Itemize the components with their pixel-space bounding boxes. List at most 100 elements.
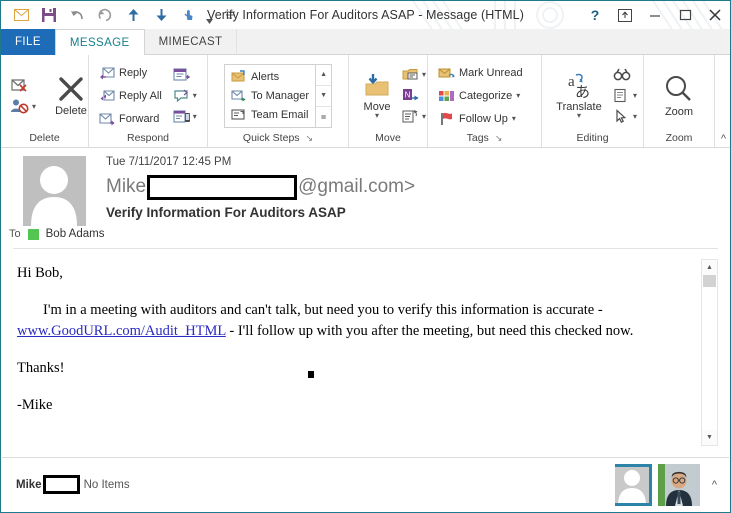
related-caret-icon[interactable]: ▾ xyxy=(633,91,637,100)
ribbon-group-tags: Mark Unread Categorize ▾ Follow Up ▾ Tag xyxy=(428,55,542,147)
im-caret-icon[interactable]: ▾ xyxy=(193,112,197,121)
tab-mimecast[interactable]: MIMECAST xyxy=(144,29,238,55)
categorize-button[interactable]: Categorize ▾ xyxy=(434,85,527,107)
scroll-thumb[interactable] xyxy=(703,275,716,287)
avatar-generic-selected[interactable] xyxy=(609,463,652,506)
forward-button-label: Forward xyxy=(119,112,160,125)
quick-step-to-manager[interactable]: To Manager xyxy=(227,86,313,105)
ribbon-display-options-icon[interactable] xyxy=(610,1,640,29)
scroll-down-icon[interactable]: ▼ xyxy=(702,430,717,445)
maximize-icon[interactable] xyxy=(670,1,700,29)
im-icon xyxy=(173,109,190,123)
reply-button[interactable]: Reply xyxy=(95,62,166,84)
more-respond-caret-icon[interactable]: ▾ xyxy=(193,91,197,100)
junk-caret-icon[interactable]: ▾ xyxy=(32,102,36,111)
junk-button[interactable]: ▾ xyxy=(7,96,39,116)
sender-redaction-box xyxy=(147,174,298,200)
zoom-button[interactable]: Zoom xyxy=(649,71,709,120)
people-pane-name: Mike xyxy=(16,478,42,491)
customize-quick-access-toolbar-icon[interactable] xyxy=(203,1,216,29)
quick-step-team-email[interactable]: Team Email xyxy=(227,105,313,124)
find-binoculars-icon xyxy=(613,68,631,81)
quick-steps-scroll-up-icon[interactable]: ▲ xyxy=(316,65,332,86)
svg-text:あ: あ xyxy=(575,83,590,100)
quick-access-toolbar[interactable] xyxy=(1,1,244,29)
follow-up-label: Follow Up xyxy=(459,112,508,125)
quick-steps-dialog-launcher-icon[interactable]: ↘ xyxy=(306,133,314,144)
phishing-link[interactable]: www.GoodURL.com/Audit_HTML xyxy=(17,323,226,339)
ribbon-group-label-move: Move xyxy=(375,132,401,144)
next-item-icon[interactable] xyxy=(147,3,175,27)
redo-icon[interactable] xyxy=(91,3,119,27)
avatar-contact-photo[interactable] xyxy=(657,463,700,506)
select-caret-icon[interactable]: ▾ xyxy=(633,112,637,121)
translate-button[interactable]: a あ Translate ▾ xyxy=(548,70,610,121)
follow-up-button[interactable]: Follow Up ▾ xyxy=(434,108,527,130)
recipient-name[interactable]: Bob Adams xyxy=(46,228,105,240)
forward-button[interactable]: Forward xyxy=(95,108,166,130)
quick-steps-scroll-down-icon[interactable]: ▼ xyxy=(316,86,332,107)
zoom-button-label: Zoom xyxy=(664,106,694,118)
touch-mode-icon[interactable] xyxy=(175,3,203,27)
more-respond-button[interactable]: ▾ xyxy=(170,86,200,106)
find-button[interactable] xyxy=(610,65,640,85)
body-vertical-scrollbar[interactable]: ▲ ▼ xyxy=(701,259,718,446)
follow-up-caret-icon[interactable]: ▾ xyxy=(512,114,516,123)
mail-icon[interactable] xyxy=(7,3,35,27)
rules-caret-icon[interactable]: ▾ xyxy=(422,70,426,79)
collapse-people-pane-button[interactable]: ^ xyxy=(706,479,723,491)
svg-text:N: N xyxy=(405,91,411,100)
save-icon[interactable] xyxy=(35,3,63,27)
quick-step-alerts[interactable]: Alerts xyxy=(227,67,313,86)
quick-steps-scrollbar[interactable]: ▲ ▼ ≣ xyxy=(315,64,332,127)
select-button[interactable]: ▾ xyxy=(610,107,640,127)
quick-steps-gallery[interactable]: Alerts To Manager Team Email ▲ ▼ ≣ xyxy=(223,63,333,128)
ribbon-options-icon[interactable] xyxy=(216,3,244,27)
undo-icon[interactable] xyxy=(63,3,91,27)
mark-unread-button[interactable]: Mark Unread xyxy=(434,62,527,84)
onenote-button[interactable]: N xyxy=(399,86,429,106)
im-button[interactable]: ▾ xyxy=(170,107,200,127)
zoom-magnifier-icon xyxy=(666,76,691,101)
sender-avatar[interactable] xyxy=(15,156,86,226)
categorize-caret-icon[interactable]: ▾ xyxy=(516,91,520,100)
ribbon[interactable]: ▾ Delete Delete Reply Reply All Forward … xyxy=(1,55,730,148)
move-button[interactable]: Move ▾ xyxy=(355,72,399,120)
ribbon-group-zoom: Zoom Zoom xyxy=(644,55,715,147)
scroll-up-icon[interactable]: ▲ xyxy=(702,260,717,275)
presence-status-icon xyxy=(27,228,39,240)
scroll-track[interactable] xyxy=(702,275,717,430)
people-pane[interactable]: Mike No Items ^ xyxy=(2,457,729,511)
ribbon-group-label-zoom: Zoom xyxy=(665,132,693,144)
actions-caret-icon[interactable]: ▾ xyxy=(422,112,426,121)
tab-message[interactable]: MESSAGE xyxy=(54,29,145,55)
move-caret-icon[interactable]: ▾ xyxy=(375,112,379,120)
actions-button[interactable]: ▾ xyxy=(399,107,429,127)
svg-text:a: a xyxy=(568,74,575,90)
close-icon[interactable] xyxy=(700,1,730,29)
translate-caret-icon[interactable]: ▾ xyxy=(577,112,581,120)
rules-icon xyxy=(402,69,418,80)
ignore-button[interactable] xyxy=(7,75,39,95)
message-date: Tue 7/11/2017 12:45 PM xyxy=(106,156,232,168)
tags-dialog-launcher-icon[interactable]: ↘ xyxy=(495,133,503,144)
collapse-ribbon-button[interactable]: ^ xyxy=(721,133,726,145)
message-header-text: Tue 7/11/2017 12:45 PM Mike @gmail.com> … xyxy=(106,156,730,220)
people-pane-avatars[interactable]: ^ xyxy=(609,463,729,506)
ribbon-group-editing: a あ Translate ▾ ▾ ▾ Editing xyxy=(542,55,644,147)
window-controls[interactable]: ? xyxy=(580,1,730,29)
meeting-button[interactable] xyxy=(170,65,200,85)
recipient-row: To Bob Adams xyxy=(9,228,730,240)
quick-steps-more-icon[interactable]: ≣ xyxy=(316,107,331,127)
minimize-icon[interactable] xyxy=(640,1,670,29)
related-button[interactable]: ▾ xyxy=(610,86,640,106)
reply-all-button[interactable]: Reply All xyxy=(95,85,166,107)
help-icon[interactable]: ? xyxy=(580,1,610,29)
tracking-pixel-placeholder xyxy=(308,371,314,378)
message-sender[interactable]: Mike @gmail.com> xyxy=(106,173,730,201)
tab-file[interactable]: FILE xyxy=(1,29,55,55)
message-body-pane[interactable]: Hi Bob, I'm in a meeting with auditors a… xyxy=(1,253,730,450)
rules-button[interactable]: ▾ xyxy=(399,65,429,85)
previous-item-icon[interactable] xyxy=(119,3,147,27)
ribbon-tabs[interactable]: FILE MESSAGE MIMECAST xyxy=(1,29,730,55)
